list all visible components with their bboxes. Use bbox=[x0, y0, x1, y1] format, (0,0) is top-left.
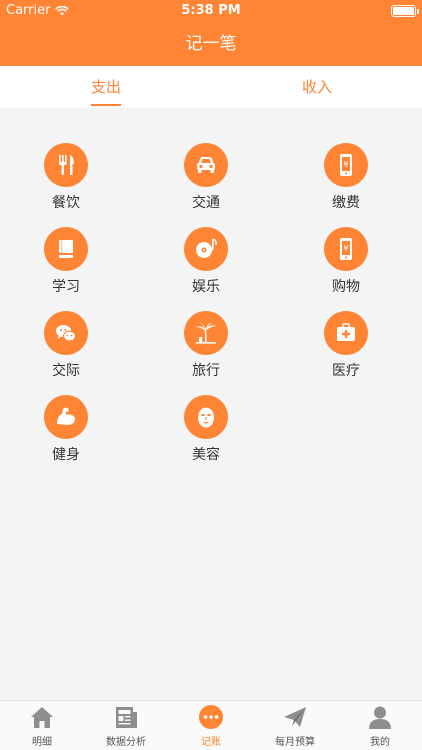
battery-icon bbox=[391, 5, 419, 17]
tabbar-label: 每月预算 bbox=[275, 737, 315, 748]
category-label: 缴费 bbox=[332, 195, 360, 211]
tabbar-item-profile[interactable]: 我的 bbox=[338, 701, 422, 750]
category-label: 娱乐 bbox=[192, 279, 220, 295]
status-time: 5:38 PM bbox=[181, 3, 241, 18]
status-bar: Carrier 5:38 PM bbox=[0, 0, 422, 22]
category-label: 购物 bbox=[332, 279, 360, 295]
home-icon bbox=[31, 707, 53, 728]
music-disc-icon bbox=[196, 238, 217, 258]
tabbar-label: 明细 bbox=[32, 737, 52, 748]
category-label: 交通 bbox=[192, 195, 220, 211]
category-beauty[interactable]: 美容 bbox=[176, 392, 236, 463]
book-icon bbox=[59, 240, 73, 258]
category-social[interactable]: 交际 bbox=[36, 308, 96, 379]
paper-plane-icon bbox=[284, 707, 306, 727]
active-tab-indicator bbox=[91, 104, 121, 106]
tabbar-label: 记账 bbox=[201, 737, 221, 748]
category-fitness[interactable]: 健身 bbox=[36, 392, 96, 463]
newspaper-icon bbox=[116, 707, 137, 728]
category-entertainment[interactable]: 娱乐 bbox=[176, 224, 236, 295]
palm-tree-icon bbox=[196, 322, 216, 344]
category-label: 旅行 bbox=[192, 363, 220, 379]
category-catering[interactable]: 餐饮 bbox=[36, 140, 96, 211]
muscle-icon bbox=[57, 407, 75, 425]
category-label: 餐饮 bbox=[52, 195, 80, 211]
category-label: 学习 bbox=[52, 279, 80, 295]
category-label: 美容 bbox=[192, 447, 220, 463]
medical-kit-icon bbox=[337, 323, 355, 341]
category-study[interactable]: 学习 bbox=[36, 224, 96, 295]
svg-text:¥: ¥ bbox=[343, 160, 348, 169]
bottom-tab-bar: 明细 数据分析 记账 每月预算 我的 bbox=[0, 700, 422, 750]
phone-shopping-icon: ¥ bbox=[340, 238, 352, 260]
tab-income[interactable]: 收入 bbox=[302, 66, 332, 108]
phone-bill-icon: ¥ bbox=[340, 154, 352, 176]
page-title: 记一笔 bbox=[185, 34, 237, 54]
tabbar-label: 我的 bbox=[370, 737, 390, 748]
tabbar-item-analysis[interactable]: 数据分析 bbox=[84, 701, 168, 750]
navigation-bar: 记一笔 bbox=[0, 22, 422, 66]
tabbar-item-details[interactable]: 明细 bbox=[0, 701, 84, 750]
tab-expense[interactable]: 支出 bbox=[91, 66, 121, 108]
tabbar-label: 数据分析 bbox=[106, 737, 146, 748]
svg-text:¥: ¥ bbox=[343, 244, 348, 253]
category-shopping[interactable]: ¥ 购物 bbox=[316, 224, 376, 295]
chat-icon bbox=[56, 325, 76, 343]
category-bill-payment[interactable]: ¥ 缴费 bbox=[316, 140, 376, 211]
car-icon bbox=[197, 157, 215, 173]
category-label: 医疗 bbox=[332, 363, 360, 379]
category-medical[interactable]: 医疗 bbox=[316, 308, 376, 379]
user-icon bbox=[369, 706, 391, 729]
category-travel[interactable]: 旅行 bbox=[176, 308, 236, 379]
tabbar-item-bookkeeping[interactable]: 记账 bbox=[169, 701, 253, 750]
tabbar-item-monthly-budget[interactable]: 每月预算 bbox=[253, 701, 337, 750]
utensils-icon bbox=[59, 155, 74, 175]
category-transport[interactable]: 交通 bbox=[176, 140, 236, 211]
more-dots-icon bbox=[199, 705, 223, 729]
category-label: 健身 bbox=[52, 447, 80, 463]
category-label: 交际 bbox=[52, 363, 80, 379]
face-mask-icon bbox=[198, 407, 214, 428]
type-tabs: 支出 收入 bbox=[0, 66, 422, 108]
